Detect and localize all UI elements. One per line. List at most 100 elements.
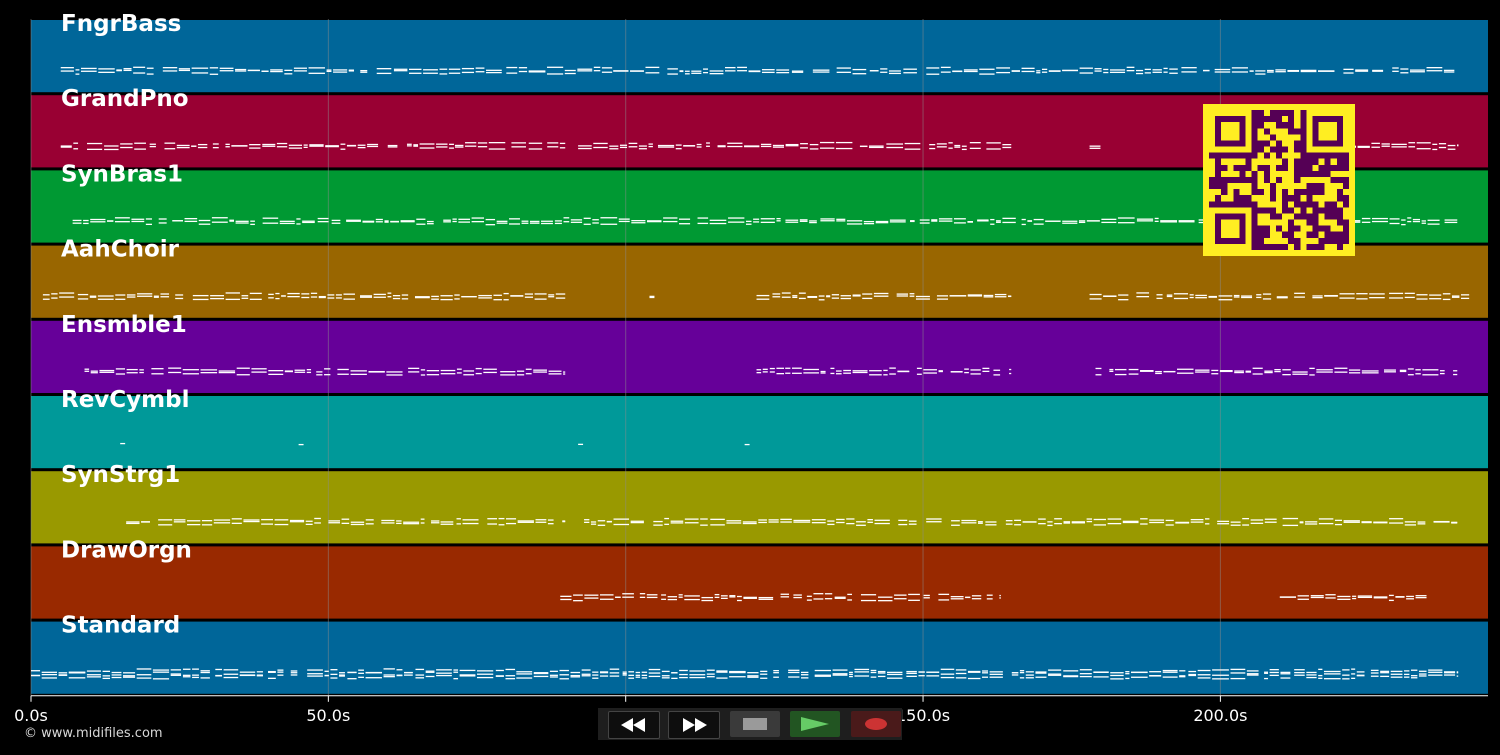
note xyxy=(1166,294,1173,296)
note xyxy=(534,293,547,295)
note xyxy=(296,223,301,225)
fast-forward-button[interactable] xyxy=(668,711,720,739)
note xyxy=(898,523,908,526)
qr-finder-eye xyxy=(1221,122,1240,141)
note xyxy=(136,677,152,679)
note xyxy=(151,373,164,375)
qr-module xyxy=(1263,219,1270,226)
note xyxy=(1160,221,1178,223)
note xyxy=(440,373,456,375)
note xyxy=(1163,71,1168,73)
note xyxy=(187,520,201,522)
note xyxy=(657,146,675,148)
note xyxy=(518,70,528,73)
qr-code[interactable] xyxy=(1203,104,1355,256)
qr-module xyxy=(1221,170,1228,177)
note xyxy=(622,593,634,595)
note xyxy=(287,295,300,298)
note xyxy=(1352,595,1357,597)
note xyxy=(909,295,915,297)
qr-module xyxy=(1342,213,1349,220)
note xyxy=(1117,217,1135,219)
note xyxy=(1300,69,1317,72)
note xyxy=(888,70,901,72)
note xyxy=(1381,145,1390,147)
note xyxy=(1163,370,1176,373)
note xyxy=(449,147,454,149)
note xyxy=(760,143,772,146)
note xyxy=(967,221,973,223)
note xyxy=(211,217,228,219)
note xyxy=(986,142,1001,144)
qr-module xyxy=(1227,195,1234,202)
note xyxy=(1426,67,1443,69)
qr-module xyxy=(1282,237,1289,244)
note xyxy=(940,676,955,679)
note xyxy=(760,145,772,148)
note xyxy=(164,142,176,144)
note xyxy=(225,298,240,301)
note xyxy=(511,142,526,144)
note xyxy=(1361,370,1379,372)
note xyxy=(883,374,888,376)
note xyxy=(136,668,152,670)
note xyxy=(452,220,457,223)
note xyxy=(426,370,440,372)
note xyxy=(1337,598,1351,600)
note xyxy=(358,669,364,671)
note xyxy=(1241,296,1253,299)
note xyxy=(1169,68,1178,70)
note xyxy=(330,677,338,679)
note xyxy=(578,145,592,147)
note xyxy=(908,523,917,525)
note xyxy=(812,69,830,71)
qr-module xyxy=(1336,170,1343,177)
note xyxy=(362,221,375,223)
stop-button[interactable] xyxy=(730,711,780,737)
note xyxy=(306,371,312,374)
note xyxy=(806,595,812,597)
note xyxy=(31,670,41,672)
note xyxy=(80,70,97,72)
rewind-button[interactable] xyxy=(608,711,660,739)
note xyxy=(173,521,186,523)
note xyxy=(1256,294,1262,296)
note xyxy=(1093,524,1107,526)
note xyxy=(836,220,846,222)
note xyxy=(897,370,910,372)
note xyxy=(126,294,136,296)
note xyxy=(146,67,154,69)
note xyxy=(1101,218,1117,221)
note xyxy=(1054,522,1062,525)
note xyxy=(404,671,413,674)
note xyxy=(679,218,691,220)
note xyxy=(1155,372,1162,375)
note xyxy=(798,292,806,294)
qr-module xyxy=(1318,201,1325,208)
note xyxy=(758,598,774,600)
play-button[interactable] xyxy=(790,711,840,737)
note xyxy=(1110,674,1124,677)
note xyxy=(331,222,341,224)
note xyxy=(600,223,618,225)
note xyxy=(1233,294,1240,297)
note xyxy=(622,671,627,673)
note xyxy=(413,145,419,147)
note xyxy=(951,524,960,526)
note xyxy=(1011,70,1020,72)
note xyxy=(756,294,770,297)
track-name: Ensmble1 xyxy=(61,312,187,338)
note xyxy=(151,368,164,370)
note xyxy=(1048,70,1061,72)
note xyxy=(231,522,242,524)
note xyxy=(747,676,759,678)
note xyxy=(709,219,727,221)
qr-module xyxy=(1330,170,1337,177)
note xyxy=(1188,670,1197,673)
note xyxy=(1128,373,1139,375)
note xyxy=(516,677,533,679)
note xyxy=(849,673,853,676)
note xyxy=(798,297,806,300)
note xyxy=(818,295,825,297)
record-button[interactable] xyxy=(851,711,901,737)
